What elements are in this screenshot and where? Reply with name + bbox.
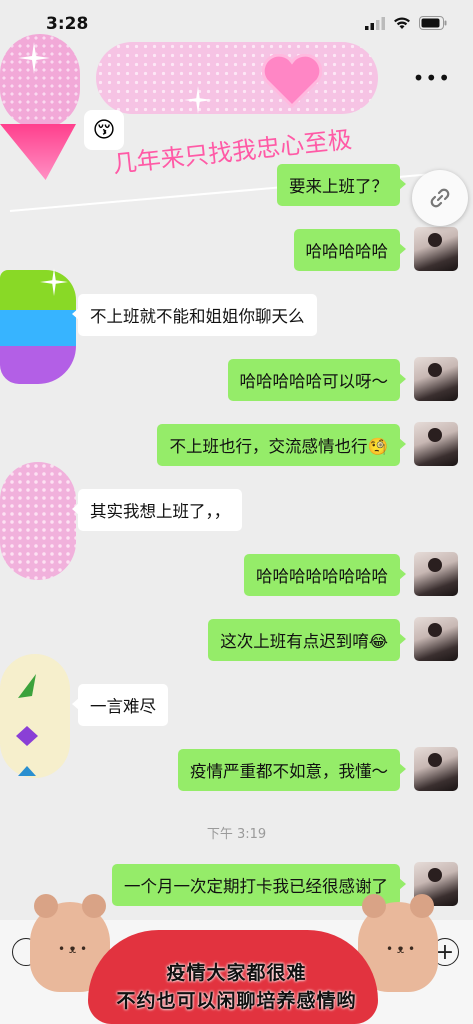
message-bubble[interactable]: 哈哈哈哈哈 [293,229,406,271]
status-icons [365,16,447,30]
message-bubble[interactable]: 不上班也行，交流感情也行🧐 [157,424,406,466]
message-bubble[interactable]: 要来上班了？ [277,164,406,206]
message-row: 其实我想上班了，， [0,489,473,531]
link-button[interactable] [412,170,468,226]
avatar[interactable] [414,747,458,791]
message-row: 一言难尽 [0,684,473,726]
message-row: 不上班也行，交流感情也行🧐 [0,422,473,466]
message-bubble[interactable]: 一个月一次定期打卡我已经很感谢了 [112,864,406,906]
message-bubble[interactable]: 这次上班有点迟到唷😂 [208,619,406,661]
status-bar: 3:28 [0,0,473,48]
message-row: 一个月一次定期打卡我已经很感谢了 [0,862,473,906]
wifi-icon [394,17,410,29]
avatar[interactable] [414,552,458,596]
message-row: 这次上班有点迟到唷😂 [0,617,473,661]
banner-line-1: 疫情大家都很难 [166,962,307,984]
message-bubble[interactable]: 哈哈哈哈哈哈哈哈 [244,554,406,596]
avatar[interactable] [414,227,458,271]
message-bubble[interactable]: 其实我想上班了，， [71,489,243,531]
banner-line-2: 不约也可以闲聊培养感情哟 [116,990,357,1012]
ellipsis-icon[interactable]: ••• [413,66,451,90]
message-row: 疫情严重都不如意，我懂～ [0,747,473,791]
message-bubble[interactable]: 疫情严重都不如意，我懂～ [178,749,406,791]
message-bubble[interactable]: 不上班就不能和姐姐你聊天么 [72,294,317,336]
status-time: 3:28 [46,14,89,34]
message-bubble[interactable]: 一言难尽 [72,684,168,726]
signal-icon [365,16,385,30]
bear-face-icon: • ᴥ • [58,942,88,956]
bear-face-icon-2: • ᴥ • [386,942,416,956]
message-row: 要来上班了？ [0,164,473,206]
message-bubble[interactable]: 哈哈哈哈哈可以呀～ [227,359,406,401]
avatar[interactable] [414,422,458,466]
message-row: 哈哈哈哈哈可以呀～ [0,357,473,401]
battery-icon [419,16,447,30]
link-icon [430,188,450,208]
sparkle-icon-3 [40,268,68,296]
message-row: 哈哈哈哈哈哈哈哈 [0,552,473,596]
message-row: 不上班就不能和姐姐你聊天么 [0,294,473,336]
avatar[interactable] [414,617,458,661]
message-row: 哈哈哈哈哈 [0,227,473,271]
chat-header [0,48,473,106]
avatar[interactable] [414,357,458,401]
message-timestamp: 下午 3:19 [206,827,267,842]
